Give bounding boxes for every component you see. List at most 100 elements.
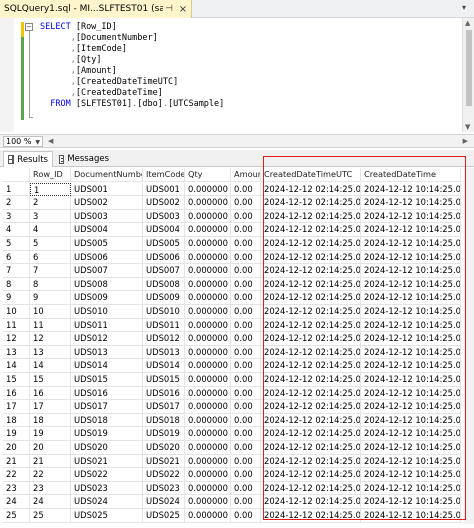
code-line[interactable]: ,[Amount]: [40, 66, 117, 77]
grid-cell[interactable]: 2024-12-12 02:14:25.000: [261, 237, 361, 251]
table-row[interactable]: 23 23 UDS023 UDS023 0.000000 0.00 2024-12-12 0…: [3, 481, 461, 496]
grid-cell[interactable]: UDS012: [143, 332, 185, 346]
grid-cell[interactable]: 4: [30, 223, 71, 237]
close-icon[interactable]: ×: [177, 4, 189, 15]
grid-cell[interactable]: 20: [30, 441, 71, 455]
grid-cell[interactable]: UDS020: [71, 441, 143, 455]
grid-cell[interactable]: 0.00: [231, 345, 261, 360]
grid-cell[interactable]: 2024-12-12 02:14:25.000: [261, 454, 361, 469]
grid-cell[interactable]: 2024-12-12 10:14:25.000: [361, 182, 461, 197]
grid-cell[interactable]: 2024-12-12 02:14:25.000: [261, 359, 361, 373]
scroll-thumb[interactable]: [466, 30, 472, 106]
grid-cell[interactable]: 2024-12-12 10:14:25.000: [361, 441, 461, 455]
grid-cell[interactable]: UDS019: [143, 427, 185, 441]
grid-cell[interactable]: 2024-12-12 02:14:25.000: [261, 509, 361, 523]
scroll-right-icon[interactable]: ▶: [463, 137, 468, 145]
grid-cell[interactable]: 0.00: [231, 427, 261, 441]
grid-cell[interactable]: 2: [30, 196, 71, 210]
grid-cell[interactable]: UDS024: [143, 495, 185, 509]
grid-cell[interactable]: 2024-12-12 02:14:25.000: [261, 373, 361, 387]
grid-cell[interactable]: 14: [30, 359, 71, 373]
grid-cell[interactable]: 18: [30, 413, 71, 428]
grid-cell[interactable]: 2024-12-12 10:14:25.000: [361, 386, 461, 401]
row-number[interactable]: 21: [3, 454, 30, 469]
grid-cell[interactable]: 0.00: [231, 250, 261, 265]
grid-cell[interactable]: 0.000000: [185, 250, 231, 265]
code-line[interactable]: ,[ItemCode]: [40, 44, 127, 55]
grid-cell[interactable]: 2024-12-12 02:14:25.000: [261, 264, 361, 278]
tab-messages[interactable]: Messages: [55, 151, 113, 167]
grid-cell[interactable]: 2024-12-12 10:14:25.000: [361, 277, 461, 292]
grid-cell[interactable]: UDS004: [71, 223, 143, 237]
sql-code[interactable]: SELECT [Row_ID] ,[DocumentNumber] ,[Item…: [40, 22, 224, 110]
grid-cell[interactable]: UDS023: [71, 481, 143, 496]
grid-cell[interactable]: 2024-12-12 10:14:25.000: [361, 413, 461, 428]
grid-cell[interactable]: 2024-12-12 10:14:25.000: [361, 196, 461, 210]
row-number[interactable]: 8: [3, 277, 30, 292]
grid-cell[interactable]: 2024-12-12 02:14:25.000: [261, 441, 361, 455]
row-number[interactable]: 17: [3, 400, 30, 414]
column-header[interactable]: CreatedDateTimeUTC: [261, 168, 361, 182]
grid-cell[interactable]: 0.00: [231, 373, 261, 387]
scroll-left-icon[interactable]: ◀: [48, 137, 53, 145]
grid-cell[interactable]: UDS015: [143, 373, 185, 387]
row-number[interactable]: 7: [3, 264, 30, 278]
column-header[interactable]: Qty: [185, 168, 231, 182]
grid-cell[interactable]: UDS003: [143, 209, 185, 224]
grid-cell[interactable]: 8: [30, 277, 71, 292]
grid-cell[interactable]: 2024-12-12 02:14:25.000: [261, 277, 361, 292]
row-number[interactable]: 25: [3, 509, 30, 523]
grid-cell[interactable]: UDS025: [143, 509, 185, 523]
table-row[interactable]: 22 22 UDS022 UDS022 0.000000 0.00 2024-12-12 0…: [3, 468, 461, 482]
table-row[interactable]: 1 1 UDS001 UDS001 0.000000 0.00 2024-12-12 02:…: [3, 182, 461, 197]
grid-cell[interactable]: 2024-12-12 02:14:25.000: [261, 495, 361, 509]
row-number[interactable]: 22: [3, 468, 30, 482]
row-number[interactable]: 15: [3, 373, 30, 387]
grid-cell[interactable]: UDS017: [143, 400, 185, 414]
grid-cell[interactable]: 22: [30, 468, 71, 482]
grid-cell[interactable]: 2024-12-12 10:14:25.000: [361, 264, 461, 278]
grid-cell[interactable]: 2024-12-12 10:14:25.000: [361, 495, 461, 509]
column-header[interactable]: Amount: [231, 168, 261, 182]
row-number[interactable]: 14: [3, 359, 30, 373]
grid-cell[interactable]: 15: [30, 373, 71, 387]
grid-cell[interactable]: UDS005: [71, 237, 143, 251]
grid-cell[interactable]: UDS018: [143, 413, 185, 428]
grid-cell[interactable]: UDS015: [71, 373, 143, 387]
grid-cell[interactable]: 2024-12-12 10:14:25.000: [361, 209, 461, 224]
grid-cell[interactable]: 2024-12-12 10:14:25.000: [361, 509, 461, 523]
grid-cell[interactable]: 0.00: [231, 386, 261, 401]
grid-cell[interactable]: 3: [30, 209, 71, 224]
code-line[interactable]: ,[DocumentNumber]: [40, 33, 158, 44]
grid-cell[interactable]: 2024-12-12 10:14:25.000: [361, 291, 461, 305]
table-row[interactable]: 7 7 UDS007 UDS007 0.000000 0.00 2024-12-12 02:…: [3, 264, 461, 278]
grid-cell[interactable]: 0.000000: [185, 223, 231, 237]
grid-cell[interactable]: 7: [30, 264, 71, 278]
grid-cell[interactable]: 2024-12-12 02:14:25.000: [261, 481, 361, 496]
grid-cell[interactable]: 0.00: [231, 305, 261, 319]
grid-cell[interactable]: UDS009: [143, 291, 185, 305]
grid-cell[interactable]: UDS014: [143, 359, 185, 373]
grid-cell[interactable]: 2024-12-12 02:14:25.000: [261, 400, 361, 414]
row-number[interactable]: 16: [3, 386, 30, 401]
grid-cell[interactable]: 2024-12-12 02:14:25.000: [261, 413, 361, 428]
row-number[interactable]: 3: [3, 209, 30, 224]
grid-cell[interactable]: UDS014: [71, 359, 143, 373]
grid-cell[interactable]: 0.000000: [185, 481, 231, 496]
grid-cell[interactable]: UDS009: [71, 291, 143, 305]
collapse-icon[interactable]: −: [25, 23, 33, 31]
grid-cell[interactable]: 9: [30, 291, 71, 305]
row-number[interactable]: 2: [3, 196, 30, 210]
grid-cell[interactable]: 2024-12-12 10:14:25.000: [361, 359, 461, 373]
grid-cell[interactable]: UDS012: [71, 332, 143, 346]
editor-horizontal-scrollbar[interactable]: ◀ ▶: [48, 137, 468, 147]
grid-cell[interactable]: 2024-12-12 02:14:25.000: [261, 386, 361, 401]
grid-cell[interactable]: 0.000000: [185, 264, 231, 278]
grid-cell[interactable]: 17: [30, 400, 71, 414]
grid-cell[interactable]: UDS025: [71, 509, 143, 523]
table-row[interactable]: 2 2 UDS002 UDS002 0.000000 0.00 2024-12-12 02:…: [3, 196, 461, 210]
grid-cell[interactable]: 0.00: [231, 454, 261, 469]
grid-cell[interactable]: 2024-12-12 02:14:25.000: [261, 345, 361, 360]
table-row[interactable]: 10 10 UDS010 UDS010 0.000000 0.00 2024-12-12 0…: [3, 305, 461, 319]
grid-cell[interactable]: 0.000000: [185, 373, 231, 387]
